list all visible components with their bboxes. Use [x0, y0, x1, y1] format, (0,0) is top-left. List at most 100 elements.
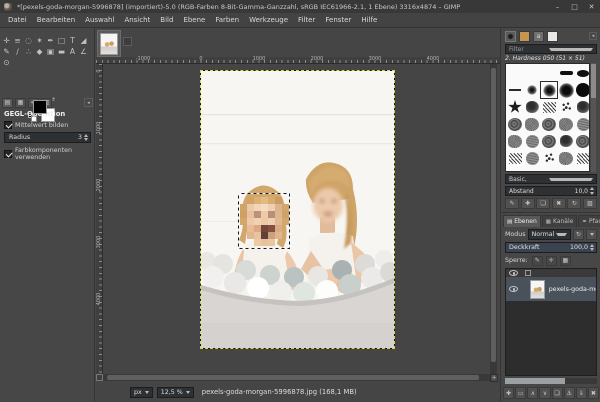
average-checkbox[interactable]: [4, 121, 12, 129]
spin-down-icon[interactable]: [590, 191, 594, 195]
spin-down-icon[interactable]: [590, 248, 594, 252]
layer-visibility-eye-icon[interactable]: [509, 286, 518, 292]
lock-pixels-icon[interactable]: ✎: [531, 255, 543, 266]
brush-thumbnail[interactable]: [575, 150, 589, 166]
maximize-button[interactable]: □: [566, 0, 583, 13]
menu-item[interactable]: Hilfe: [356, 13, 382, 28]
unit-combo[interactable]: px: [130, 386, 153, 398]
brush-thumbnail[interactable]: [541, 116, 557, 132]
minimize-button[interactable]: –: [549, 0, 566, 13]
brush-thumbnail[interactable]: [575, 99, 589, 115]
brush-spacing-slider[interactable]: Abstand 10,0: [505, 186, 597, 196]
transform-tool-icon[interactable]: ◢: [78, 35, 89, 46]
airbrush-tool-icon[interactable]: ∴: [23, 46, 34, 57]
menu-item[interactable]: Ansicht: [119, 13, 155, 28]
new-layer-button[interactable]: ✚: [503, 387, 515, 399]
brush-thumbnail[interactable]: [541, 133, 557, 149]
open-brush-as-image-button[interactable]: ▨: [582, 198, 597, 209]
canvas-vertical-scrollbar[interactable]: [490, 64, 497, 374]
duplicate-layer-button[interactable]: ❏: [551, 387, 563, 399]
pencil-tool-icon[interactable]: ∕: [12, 46, 23, 57]
vertical-ruler[interactable]: 0 1000 2000 3000 4000: [96, 64, 103, 374]
menu-item[interactable]: Bearbeiten: [32, 13, 80, 28]
duplicate-brush-button[interactable]: ❏: [536, 198, 551, 209]
move-tool-icon[interactable]: ✛: [1, 35, 12, 46]
rectangle-select-tool-icon[interactable]: □: [56, 35, 67, 46]
fonts-tab-icon[interactable]: a: [533, 30, 544, 42]
navigation-button[interactable]: ✛: [490, 374, 498, 382]
text-tool-icon[interactable]: A: [67, 46, 78, 57]
foreground-color-swatch[interactable]: [33, 100, 47, 114]
brush-thumbnail[interactable]: [575, 116, 589, 132]
patterns-tab-icon[interactable]: [519, 30, 530, 42]
title-bar[interactable]: *[pexels-goda-morgan-5996878] (importier…: [0, 0, 600, 13]
brush-tag-input[interactable]: Basic,: [505, 174, 597, 184]
spin-up-icon[interactable]: [590, 187, 594, 191]
h-scroll-thumb[interactable]: [107, 375, 479, 380]
opacity-spin-arrows[interactable]: [590, 243, 594, 252]
spin-down-icon[interactable]: [84, 138, 88, 142]
brush-thumbnail[interactable]: [541, 150, 557, 166]
canvas-horizontal-scrollbar[interactable]: [103, 374, 490, 381]
zoom-combo[interactable]: 12,5 %: [156, 386, 194, 398]
edit-brush-button[interactable]: ✎: [505, 198, 520, 209]
brush-thumbnail[interactable]: [507, 99, 523, 115]
brush-thumbnail[interactable]: [524, 82, 540, 98]
brush-thumbnail[interactable]: [524, 99, 540, 115]
radius-spin-arrows[interactable]: [84, 133, 88, 142]
brush-thumbnail[interactable]: [524, 116, 540, 132]
layer-list-scrollbar[interactable]: [505, 378, 597, 384]
brush-thumbnail[interactable]: [507, 116, 523, 132]
layer-scroll-thumb[interactable]: [505, 378, 565, 384]
brush-thumbnail[interactable]: [558, 133, 574, 149]
brush-thumbnail[interactable]: [524, 65, 540, 81]
menu-item[interactable]: Farben: [210, 13, 244, 28]
raise-layer-button[interactable]: ∧: [527, 387, 539, 399]
menu-item[interactable]: Datei: [3, 13, 32, 28]
zoom-tool-icon[interactable]: ⊙: [1, 57, 12, 68]
mode-dropdown[interactable]: Normal: [527, 229, 571, 240]
brush-thumbnail[interactable]: [558, 99, 574, 115]
menu-item[interactable]: Ebene: [178, 13, 210, 28]
eraser-tool-icon[interactable]: ▬: [56, 46, 67, 57]
spin-up-icon[interactable]: [84, 133, 88, 137]
alignment-tool-icon[interactable]: ≡: [12, 35, 23, 46]
v-scroll-thumb[interactable]: [491, 68, 496, 362]
measure-tool-icon[interactable]: ∠: [78, 46, 89, 57]
paths-tool-icon[interactable]: ✒: [45, 35, 56, 46]
brush-thumbnail[interactable]: [558, 82, 574, 98]
brush-thumbnail[interactable]: [575, 82, 589, 98]
fuzzy-select-tool-icon[interactable]: ✶: [34, 35, 45, 46]
brush-thumbnail[interactable]: [524, 150, 540, 166]
color-components-checkbox[interactable]: [4, 150, 12, 158]
lower-layer-button[interactable]: ∨: [539, 387, 551, 399]
brush-filter-input[interactable]: Filter: [505, 44, 597, 54]
menu-item[interactable]: Fenster: [320, 13, 356, 28]
ink-tool-icon[interactable]: ◆: [34, 46, 45, 57]
brush-thumbnail[interactable]: [541, 65, 557, 81]
refresh-brushes-button[interactable]: ↻: [567, 198, 582, 209]
horizontal-ruler[interactable]: -1000 0 1000 2000 3000 4000: [96, 56, 500, 64]
brush-grid-scrollbar[interactable]: [591, 63, 596, 172]
new-brush-button[interactable]: ✚: [520, 198, 535, 209]
image-tab[interactable]: [97, 30, 121, 57]
lock-position-icon[interactable]: ✛: [545, 255, 557, 266]
document-history-tab-icon[interactable]: [547, 30, 558, 42]
layer-row[interactable]: pexels-goda-mo: [506, 277, 596, 301]
brush-thumbnail[interactable]: [575, 133, 589, 149]
tab-ebenen[interactable]: ▤ Ebenen: [503, 215, 541, 227]
dock-menu-button[interactable]: ◂: [84, 98, 93, 107]
paintbrush-tool-icon[interactable]: ✎: [1, 46, 12, 57]
anchor-layer-button[interactable]: ⚓: [563, 387, 575, 399]
tab-kanaele[interactable]: ▦ Kanäle: [541, 215, 578, 227]
opacity-slider[interactable]: Deckkraft 100,0: [505, 242, 597, 253]
image-canvas[interactable]: [198, 70, 400, 349]
new-group-button[interactable]: ▭: [515, 387, 527, 399]
mode-switch-button[interactable]: ↻: [573, 229, 584, 240]
spacing-spin-arrows[interactable]: [590, 187, 594, 195]
delete-layer-button[interactable]: ✖: [587, 387, 599, 399]
menu-item[interactable]: Auswahl: [80, 13, 119, 28]
mode-space-dropdown[interactable]: [586, 229, 597, 240]
quickmask-button[interactable]: [96, 374, 103, 381]
tab-list-button[interactable]: [123, 37, 132, 46]
